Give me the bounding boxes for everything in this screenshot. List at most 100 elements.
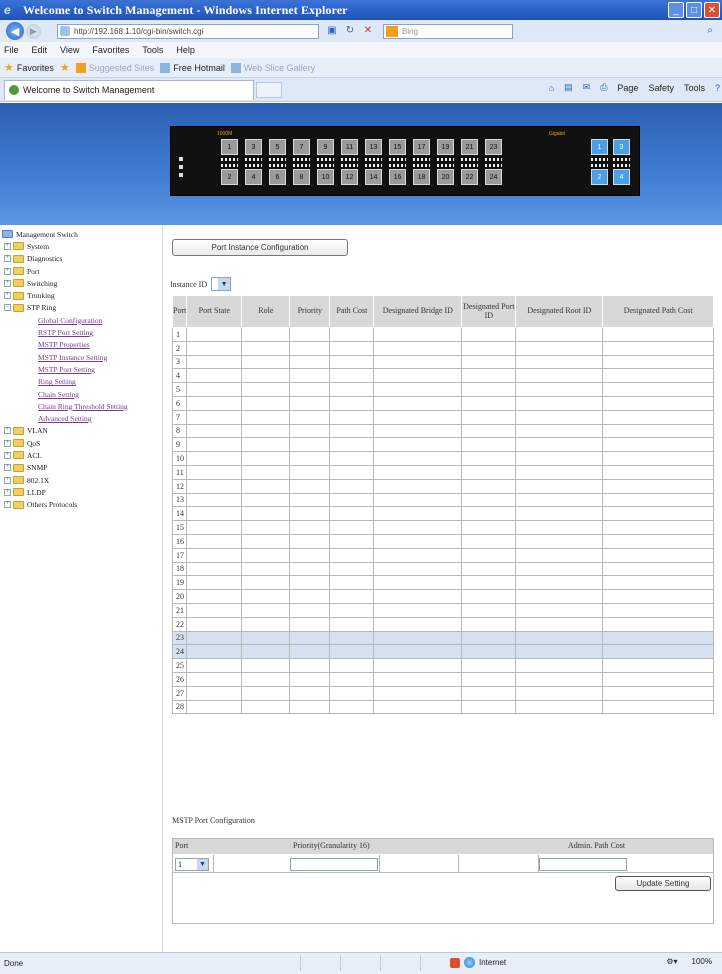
security-icon[interactable]: ⚙▾ <box>666 957 677 966</box>
switch-port-4[interactable]: 4 <box>245 169 262 185</box>
stop-icon[interactable]: ✕ <box>361 24 375 38</box>
sidebar-item-ring-setting[interactable]: Ring Setting <box>0 376 162 388</box>
feeds-icon[interactable]: ▤ <box>564 82 573 93</box>
expand-icon[interactable]: + <box>4 439 11 447</box>
zoom-level[interactable]: 100% <box>692 957 712 966</box>
browser-tab[interactable]: Welcome to Switch Management <box>4 79 254 100</box>
sidebar-item-switching[interactable]: + Switching <box>0 277 162 289</box>
sidebar-item-stp-ring[interactable]: − STP Ring <box>0 302 162 314</box>
expand-icon[interactable]: + <box>4 242 11 250</box>
refresh-icon[interactable]: ↻ <box>343 24 357 38</box>
sidebar-item-others-protocols[interactable]: + Others Protocols <box>0 499 162 511</box>
instance-id-select[interactable]: ▼ <box>211 277 232 291</box>
switch-port-2[interactable]: 2 <box>591 169 608 185</box>
compatibility-icon[interactable]: ▣ <box>325 24 339 38</box>
switch-port-12[interactable]: 12 <box>341 169 358 185</box>
switch-port-7[interactable]: 7 <box>293 139 310 155</box>
update-setting-button[interactable]: Update Setting <box>615 876 711 891</box>
close-button[interactable]: ✕ <box>704 2 720 18</box>
safety-menu[interactable]: Safety <box>648 83 674 93</box>
sidebar-item-vlan[interactable]: + VLAN <box>0 425 162 437</box>
admin-path-cost-input[interactable] <box>539 858 627 871</box>
switch-port-2[interactable]: 2 <box>221 169 238 185</box>
add-favorite-button[interactable]: ★ <box>60 61 70 74</box>
tools-menu[interactable]: Tools <box>684 83 705 93</box>
switch-port-15[interactable]: 15 <box>389 139 406 155</box>
page-menu[interactable]: Page <box>617 83 638 93</box>
expand-icon[interactable]: + <box>4 464 11 472</box>
port-select[interactable]: 1 ▼ <box>175 858 209 871</box>
switch-port-1[interactable]: 1 <box>221 139 238 155</box>
sidebar-item-mstp-instance-setting[interactable]: MSTP Instance Setting <box>0 351 162 363</box>
expand-icon[interactable]: + <box>4 267 11 275</box>
home-icon[interactable]: ⌂ <box>549 83 554 93</box>
switch-port-11[interactable]: 11 <box>341 139 358 155</box>
search-icon[interactable]: ⌕ <box>702 23 718 39</box>
sidebar-item-chain-ring-threshold-setting[interactable]: Chain Ring Threshold Setting <box>0 400 162 412</box>
collapse-icon[interactable]: − <box>4 304 11 312</box>
switch-port-14[interactable]: 14 <box>365 169 382 185</box>
maximize-button[interactable]: □ <box>686 2 702 18</box>
expand-icon[interactable]: + <box>4 427 11 435</box>
print-icon[interactable]: ⎙ <box>600 82 607 93</box>
sidebar-item-port[interactable]: + Port <box>0 265 162 277</box>
switch-port-18[interactable]: 18 <box>413 169 430 185</box>
switch-port-9[interactable]: 9 <box>317 139 334 155</box>
switch-port-3[interactable]: 3 <box>613 139 630 155</box>
search-input[interactable]: Bing <box>383 23 513 39</box>
expand-icon[interactable]: + <box>4 488 11 496</box>
sidebar-item-trunking[interactable]: + Trunking <box>0 289 162 301</box>
switch-port-3[interactable]: 3 <box>245 139 262 155</box>
switch-port-17[interactable]: 17 <box>413 139 430 155</box>
favorites-button[interactable]: ★ Favorites <box>4 61 54 74</box>
menu-file[interactable]: File <box>4 45 19 55</box>
menu-edit[interactable]: Edit <box>32 45 48 55</box>
expand-icon[interactable]: + <box>4 279 11 287</box>
sidebar-item-lldp[interactable]: + LLDP <box>0 486 162 498</box>
switch-port-13[interactable]: 13 <box>365 139 382 155</box>
sidebar-item-802-1x[interactable]: +802.1X <box>0 474 162 486</box>
switch-port-1[interactable]: 1 <box>591 139 608 155</box>
menu-view[interactable]: View <box>60 45 79 55</box>
menu-help[interactable]: Help <box>176 45 195 55</box>
switch-port-10[interactable]: 10 <box>317 169 334 185</box>
sidebar-item-chain-setting[interactable]: Chain Setting <box>0 388 162 400</box>
switch-port-21[interactable]: 21 <box>461 139 478 155</box>
switch-port-24[interactable]: 24 <box>485 169 502 185</box>
sidebar-item-diagnostics[interactable]: + Diagnostics <box>0 253 162 265</box>
fav-suggested-sites[interactable]: Suggested Sites <box>75 62 154 73</box>
menu-favorites[interactable]: Favorites <box>92 45 129 55</box>
sidebar-item-acl[interactable]: + ACL <box>0 449 162 461</box>
sidebar-item-advanced-setting[interactable]: Advanced Setting <box>0 412 162 424</box>
forward-button[interactable]: ▶ <box>26 23 41 39</box>
expand-icon[interactable]: + <box>4 476 11 484</box>
switch-port-19[interactable]: 19 <box>437 139 454 155</box>
back-button[interactable]: ◀ <box>6 22 24 40</box>
fav-web-slice-gallery[interactable]: Web Slice Gallery <box>230 62 315 73</box>
url-input[interactable]: http://192.168.1.10/cgi-bin/switch.cgi <box>57 23 319 39</box>
expand-icon[interactable]: + <box>4 501 11 509</box>
help-icon[interactable]: ? <box>715 83 720 93</box>
switch-port-8[interactable]: 8 <box>293 169 310 185</box>
priority-input[interactable] <box>290 858 378 871</box>
expand-icon[interactable]: + <box>4 255 11 263</box>
fav-free-hotmail[interactable]: Free Hotmail <box>160 62 225 73</box>
switch-port-22[interactable]: 22 <box>461 169 478 185</box>
sidebar-item-global-configuration[interactable]: Global Configuration <box>0 314 162 326</box>
switch-port-16[interactable]: 16 <box>389 169 406 185</box>
sidebar-item-management-switch[interactable]: Management Switch <box>0 228 162 240</box>
mail-icon[interactable]: ✉ <box>583 82 591 93</box>
switch-port-6[interactable]: 6 <box>269 169 286 185</box>
sidebar-item-qos[interactable]: + QoS <box>0 437 162 449</box>
expand-icon[interactable]: + <box>4 451 11 459</box>
switch-port-5[interactable]: 5 <box>269 139 286 155</box>
switch-port-23[interactable]: 23 <box>485 139 502 155</box>
minimize-button[interactable]: _ <box>668 2 684 18</box>
switch-port-20[interactable]: 20 <box>437 169 454 185</box>
sidebar-item-mstp-properties[interactable]: MSTP Properties <box>0 339 162 351</box>
security-zone[interactable]: Internet <box>450 957 506 968</box>
menu-tools[interactable]: Tools <box>142 45 163 55</box>
sidebar-item-snmp[interactable]: + SNMP <box>0 462 162 474</box>
switch-port-4[interactable]: 4 <box>613 169 630 185</box>
port-instance-config-button[interactable]: Port Instance Configuration <box>172 239 348 256</box>
